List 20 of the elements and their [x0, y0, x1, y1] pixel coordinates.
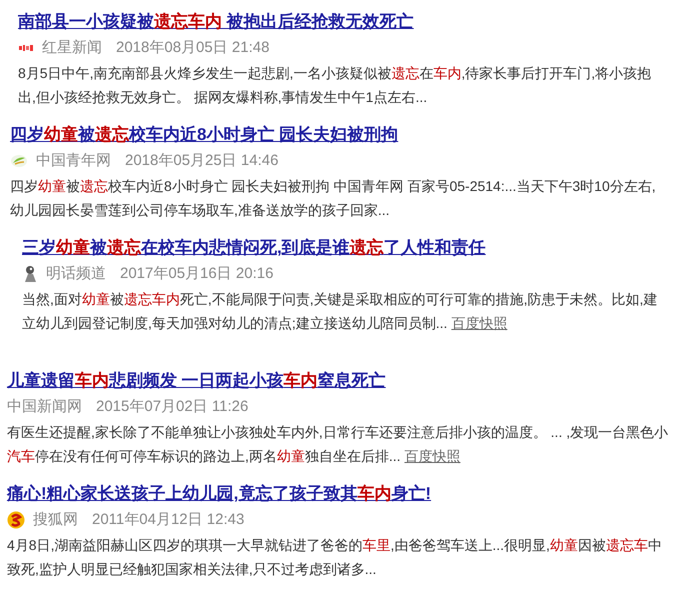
result-snippet: 有医生还提醒,家长除了不能单独让小孩独处车内外,日常行车还要注意后排小孩的温度。 ... ,发现一台黑色小 汽车停在没有任何可停车标识的路边上,两名幼童独自坐在后排... 百度快照 — [7, 423, 670, 466]
publish-time: 2011年04月12日 12:43 — [92, 510, 244, 530]
source-name: 中国新闻网 — [7, 397, 82, 417]
source-name: 明话频道 — [46, 264, 106, 284]
publish-time: 2017年05月16日 20:16 — [120, 264, 274, 284]
result-snippet: 当然,面对幼童被遗忘车内死亡,不能局限于问责,关键是采取相应的可行可靠的措施,防患于未然。比如,建立幼儿到园登记制度,每天加强对幼儿的清点;建立接送幼儿陪同员制... 百度快照 — [22, 290, 658, 333]
publish-time: 2018年05月25日 14:46 — [125, 151, 278, 171]
source-name: 中国青年网 — [36, 151, 111, 171]
source-name: 红星新闻 — [42, 38, 102, 58]
source-name: 搜狐网 — [33, 510, 78, 530]
result-snippet: 4月8日,湖南益阳赫山区四岁的琪琪一大早就钻进了爸爸的车里,由爸爸驾车送上...很明显,幼童因被遗忘车中致死,监护人明显已经触犯国家相关法律,只不过考虑到诸多... — [7, 536, 663, 579]
fox-logo-icon — [7, 511, 25, 529]
result-snippet: 四岁幼童被遗忘校车内近8小时身亡 园长夫妇被刑拘 中国青年网 百家号05-2514:...当天下午3时10分左右,幼儿园园长晏雪莲到公司停车场取车,准备送放学的孩子回家... — [10, 177, 657, 220]
publish-time: 2018年08月05日 21:48 — [116, 38, 270, 58]
snapshot-link[interactable]: 百度快照 — [404, 448, 460, 464]
logo-icon — [18, 43, 34, 53]
publish-time: 2015年07月02日 11:26 — [96, 397, 248, 417]
result-snippet: 8月5日中午,南充南部县火烽乡发生一起悲剧,一名小孩疑似被遗忘在车内,待家长事后打开车门,将小孩抱出,但小孩经抢救无效身亡。 据网友爆料称,事情发生中午1点左右... — [18, 64, 652, 107]
snapshot-link[interactable]: 百度快照 — [451, 315, 508, 331]
leaf-icon — [10, 154, 28, 168]
